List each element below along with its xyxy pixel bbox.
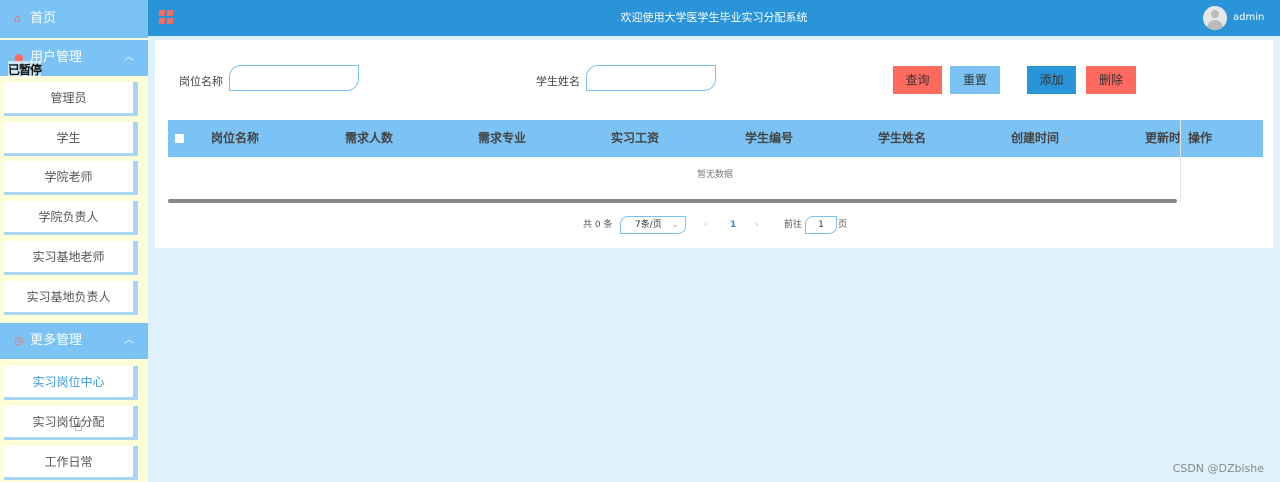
select-all-checkbox[interactable] bbox=[175, 134, 184, 143]
add-button[interactable]: 添加 bbox=[1027, 66, 1076, 94]
sidebar-item-college-head[interactable]: 学院负责人 bbox=[4, 201, 138, 235]
settings-icon: ◎ bbox=[14, 334, 24, 347]
chevron-down-icon: ⌄ bbox=[671, 220, 679, 230]
col-operation: 操作 bbox=[1188, 131, 1213, 145]
sidebar-item-home[interactable]: ⌂ 首页 bbox=[0, 0, 148, 38]
sort-icon[interactable]: ↕ bbox=[1063, 135, 1070, 144]
sidebar-item-college-teacher[interactable]: 学院老师 bbox=[4, 161, 138, 195]
sidebar-home-label: 首页 bbox=[30, 11, 57, 26]
goto-prefix-label: 前往 bbox=[784, 220, 803, 230]
sidebar-item-daily-work[interactable]: 工作日常 bbox=[4, 446, 138, 480]
sidebar-item-base-teacher[interactable]: 实习基地老师 bbox=[4, 241, 138, 275]
sidebar-group-more-management[interactable]: ◎ 更多管理 ︿ bbox=[0, 323, 148, 359]
col-created-time[interactable]: 创建时间 ↕ bbox=[1011, 120, 1070, 158]
col-student-id: 学生编号 bbox=[745, 131, 794, 145]
hand-cursor-icon: ☝ bbox=[74, 419, 83, 435]
page-size-select[interactable]: 7条/页 ⌄ bbox=[620, 216, 686, 234]
home-icon: ⌂ bbox=[14, 12, 21, 25]
sidebar-item-admin[interactable]: 管理员 bbox=[4, 82, 138, 116]
header-bar: 欢迎使用大学医学生毕业实习分配系统 admin bbox=[148, 0, 1280, 36]
col-updated-time: 更新时 bbox=[1145, 131, 1182, 145]
col-required-count: 需求人数 bbox=[345, 131, 394, 145]
app-title: 欢迎使用大学医学生毕业实习分配系统 bbox=[620, 11, 808, 24]
avatar[interactable] bbox=[1203, 6, 1227, 30]
pagination-total: 共 0 条 bbox=[583, 220, 613, 230]
sidebar-item-student[interactable]: 学生 bbox=[4, 122, 138, 156]
position-name-label: 岗位名称 bbox=[179, 75, 223, 88]
sidebar-item-internship-assignment[interactable]: 实习岗位分配 bbox=[4, 406, 138, 440]
paused-overlay-text: 已暂停 bbox=[8, 61, 42, 78]
position-name-input[interactable] bbox=[229, 65, 359, 91]
next-page-button[interactable]: › bbox=[755, 216, 759, 234]
col-student-name: 学生姓名 bbox=[878, 131, 927, 145]
chevron-up-icon: ︿ bbox=[124, 52, 134, 63]
sidebar-item-base-head[interactable]: 实习基地负责人 bbox=[4, 281, 138, 315]
col-salary: 实习工资 bbox=[611, 131, 660, 145]
sidebar-group-label: 更多管理 bbox=[30, 333, 83, 348]
table-header: 岗位名称 需求人数 需求专业 实习工资 学生编号 学生姓名 创建时间 ↕ 更新时 bbox=[168, 120, 1262, 157]
page-size-value: 7条/页 bbox=[635, 220, 662, 230]
student-name-label: 学生姓名 bbox=[536, 75, 580, 88]
student-name-input[interactable] bbox=[586, 65, 716, 91]
delete-button[interactable]: 删除 bbox=[1086, 66, 1136, 94]
col-created-time-label: 创建时间 bbox=[1011, 131, 1060, 145]
username-label[interactable]: admin bbox=[1233, 0, 1264, 36]
sidebar: ⌂ 首页 ● 用户管理 ︿ 已暂停 管理员 学生 学院老师 学院负责人 实习基地… bbox=[0, 0, 148, 482]
goto-page-input[interactable]: 1 bbox=[805, 216, 837, 234]
prev-page-button[interactable]: ‹ bbox=[704, 216, 708, 234]
reset-button[interactable]: 重置 bbox=[950, 66, 1000, 94]
operation-column: 操作 bbox=[1180, 120, 1263, 203]
goto-suffix-label: 页 bbox=[838, 220, 848, 230]
page-number-current[interactable]: 1 bbox=[730, 216, 736, 234]
col-required-major: 需求专业 bbox=[478, 131, 527, 145]
col-position-name: 岗位名称 bbox=[211, 131, 260, 145]
query-button[interactable]: 查询 bbox=[893, 66, 942, 94]
sidebar-item-internship-center[interactable]: 实习岗位中心 bbox=[4, 366, 138, 400]
empty-state-text: 暂无数据 bbox=[696, 170, 733, 180]
watermark: CSDN @DZbishe bbox=[1172, 462, 1264, 475]
chevron-up-icon: ︿ bbox=[124, 335, 134, 346]
content-panel: 岗位名称 学生姓名 查询 重置 添加 删除 岗位名称 需求人数 需求专业 实习工… bbox=[155, 40, 1273, 248]
table-horizontal-scrollbar[interactable] bbox=[168, 199, 1177, 203]
